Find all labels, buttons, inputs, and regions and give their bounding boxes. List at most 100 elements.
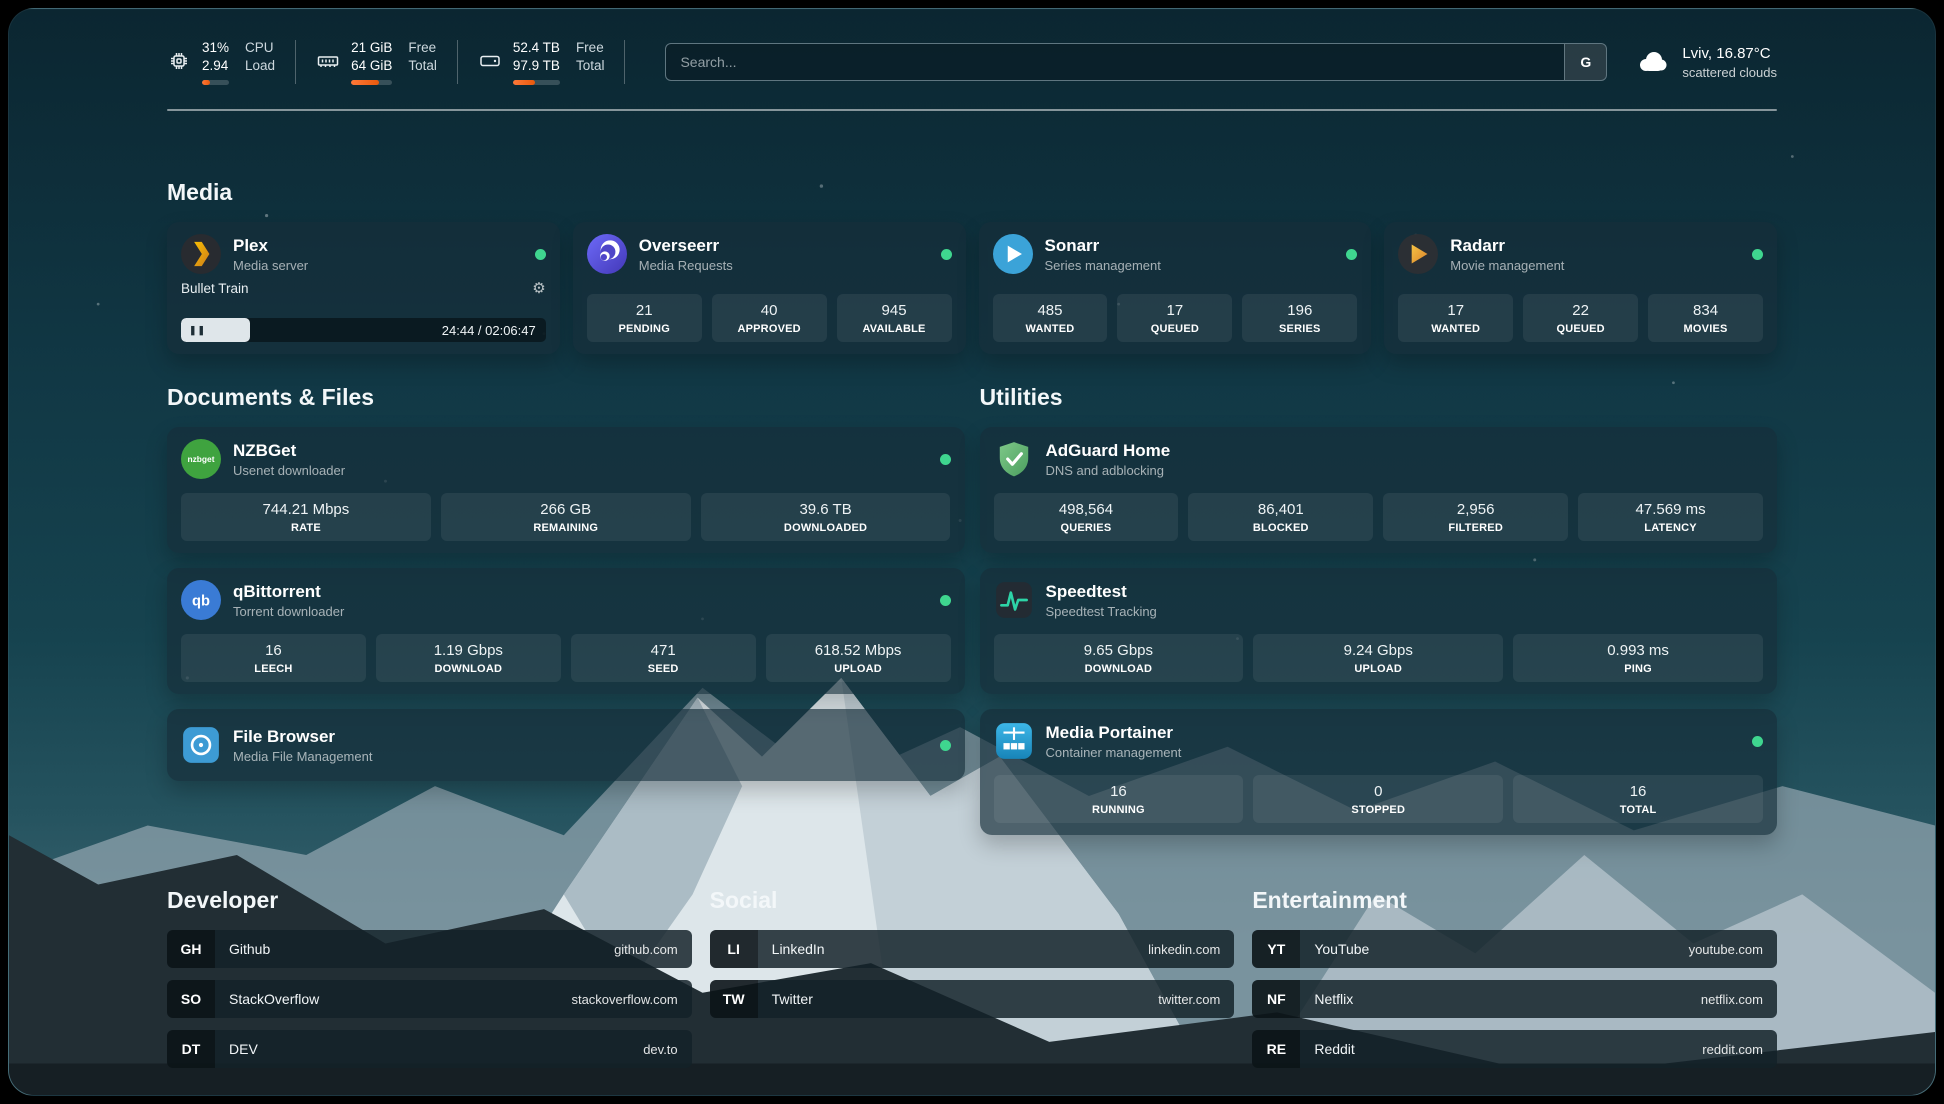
status-dot: [1346, 249, 1357, 260]
stat-stopped: 0 STOPPED: [1253, 775, 1503, 823]
bookmark-abbr: YT: [1252, 930, 1300, 968]
bookmark-url: linkedin.com: [1148, 942, 1220, 957]
topbar: 31% 2.94 CPU Load: [167, 39, 1777, 85]
app-subtitle: Container management: [1046, 745, 1182, 761]
stat-queries: 498,564 QUERIES: [994, 493, 1179, 541]
app-subtitle: Movie management: [1450, 258, 1564, 274]
app-subtitle: Torrent downloader: [233, 604, 344, 620]
bookmark-linkedin[interactable]: LI LinkedIn linkedin.com: [710, 930, 1235, 968]
bookmark-name: DEV: [229, 1041, 258, 1057]
ram-total-value: 64 GiB: [351, 57, 392, 75]
stat-ping: 0.993 ms PING: [1513, 634, 1763, 682]
cpu-stat-group: 31% 2.94 CPU Load: [167, 39, 275, 85]
app-card-portainer[interactable]: Media Portainer Container management 16 …: [980, 709, 1778, 835]
stat-approved: 40 APPROVED: [712, 294, 827, 342]
stat-upload: 618.52 Mbps UPLOAD: [766, 634, 951, 682]
plex-progress-bar[interactable]: ❚❚ 24:44 / 02:06:47: [181, 318, 546, 342]
stat-running: 16 RUNNING: [994, 775, 1244, 823]
stat-series: 196 SERIES: [1242, 294, 1357, 342]
search-bar: G: [665, 43, 1607, 81]
stat-wanted: 485 WANTED: [993, 294, 1108, 342]
bookmark-name: Netflix: [1314, 991, 1353, 1007]
bookmark-url: twitter.com: [1158, 992, 1220, 1007]
app-name: Plex: [233, 235, 308, 256]
app-card-plex[interactable]: Plex Media server Bullet Train ⚙ ❚❚: [167, 222, 560, 354]
bookmark-twitter[interactable]: TW Twitter twitter.com: [710, 980, 1235, 1018]
section-title-developer: Developer: [167, 887, 692, 914]
app-name: AdGuard Home: [1046, 440, 1171, 461]
bookmark-url: stackoverflow.com: [571, 992, 677, 1007]
cloud-icon: [1633, 45, 1669, 80]
app-card-radarr[interactable]: Radarr Movie management 17 WANTED 2: [1384, 222, 1777, 354]
stat-download: 9.65 Gbps DOWNLOAD: [994, 634, 1244, 682]
stat-total: 16 TOTAL: [1513, 775, 1763, 823]
cpu-icon: [167, 49, 191, 73]
section-title-documents: Documents & Files: [167, 384, 965, 411]
overseerr-icon: [587, 234, 627, 274]
bookmark-url: netflix.com: [1701, 992, 1763, 1007]
status-dot: [940, 454, 951, 465]
app-name: Speedtest: [1046, 581, 1157, 602]
stat-blocked: 86,401 BLOCKED: [1188, 493, 1373, 541]
svg-text:nzbget: nzbget: [187, 454, 214, 464]
app-card-filebrowser[interactable]: File Browser Media File Management: [167, 709, 965, 781]
bookmark-name: StackOverflow: [229, 991, 319, 1007]
svg-text:qb: qb: [192, 593, 210, 609]
bookmark-youtube[interactable]: YT YouTube youtube.com: [1252, 930, 1777, 968]
stat-remaining: 266 GB REMAINING: [441, 493, 691, 541]
stat-download: 1.19 Gbps DOWNLOAD: [376, 634, 561, 682]
qbittorrent-icon: qb: [181, 580, 221, 620]
gear-icon[interactable]: ⚙: [532, 281, 545, 296]
search-input[interactable]: [665, 43, 1607, 81]
disk-usage-bar: [513, 80, 560, 85]
ram-stat-group: 21 GiB 64 GiB Free Total: [316, 39, 437, 85]
cpu-label: CPU: [245, 39, 275, 57]
app-card-speedtest[interactable]: Speedtest Speedtest Tracking 9.65 Gbps D…: [980, 568, 1778, 694]
system-stats: 31% 2.94 CPU Load: [167, 39, 645, 85]
app-name: Sonarr: [1045, 235, 1161, 256]
app-card-adguard[interactable]: AdGuard Home DNS and adblocking 498,564 …: [980, 427, 1778, 553]
stat-rate: 744.21 Mbps RATE: [181, 493, 431, 541]
app-card-overseerr[interactable]: Overseerr Media Requests 21 PENDING: [573, 222, 966, 354]
bookmark-name: Github: [229, 941, 270, 957]
section-title-social: Social: [710, 887, 1235, 914]
app-card-sonarr[interactable]: Sonarr Series management 485 WANTED: [979, 222, 1372, 354]
stat-movies: 834 MOVIES: [1648, 294, 1763, 342]
stat-queued: 17 QUEUED: [1117, 294, 1232, 342]
bookmark-reddit[interactable]: RE Reddit reddit.com: [1252, 1030, 1777, 1068]
section-title-media: Media: [167, 179, 1777, 206]
ram-icon: [316, 49, 340, 73]
bookmark-abbr: GH: [167, 930, 215, 968]
dashboard-panel: 31% 2.94 CPU Load: [8, 8, 1936, 1096]
cpu-load-value: 2.94: [202, 57, 229, 75]
app-subtitle: DNS and adblocking: [1046, 463, 1171, 479]
app-name: qBittorrent: [233, 581, 344, 602]
status-dot: [941, 249, 952, 260]
weather-widget: Lviv, 16.87°C scattered clouds: [1633, 44, 1777, 81]
section-entertainment: Entertainment YT YouTube youtube.com NF …: [1252, 887, 1777, 1080]
bookmark-url: github.com: [614, 942, 678, 957]
bookmark-abbr: TW: [710, 980, 758, 1018]
pause-icon[interactable]: ❚❚: [181, 325, 206, 336]
section-title-entertainment: Entertainment: [1252, 887, 1777, 914]
search-engine-button[interactable]: G: [1564, 44, 1606, 80]
filebrowser-icon: [181, 725, 221, 765]
status-dot: [535, 249, 546, 260]
section-title-utilities: Utilities: [980, 384, 1778, 411]
bookmark-dev[interactable]: DT DEV dev.to: [167, 1030, 692, 1068]
now-playing-title: Bullet Train: [181, 281, 249, 296]
bookmark-stackoverflow[interactable]: SO StackOverflow stackoverflow.com: [167, 980, 692, 1018]
status-dot: [1752, 736, 1763, 747]
app-name: File Browser: [233, 726, 372, 747]
stat-upload: 9.24 Gbps UPLOAD: [1253, 634, 1503, 682]
cpu-percent: 31%: [202, 39, 229, 57]
app-subtitle: Usenet downloader: [233, 463, 345, 479]
section-media: Media: [167, 179, 1777, 354]
playback-time: 24:44 / 02:06:47: [442, 323, 536, 338]
app-card-qbittorrent[interactable]: qb qBittorrent Torrent downloader: [167, 568, 965, 694]
disk-total-label: Total: [576, 57, 605, 75]
bookmark-netflix[interactable]: NF Netflix netflix.com: [1252, 980, 1777, 1018]
bookmark-github[interactable]: GH Github github.com: [167, 930, 692, 968]
app-card-nzbget[interactable]: nzbget NZBGet Usenet downloader 74: [167, 427, 965, 553]
stat-filtered: 2,956 FILTERED: [1383, 493, 1568, 541]
